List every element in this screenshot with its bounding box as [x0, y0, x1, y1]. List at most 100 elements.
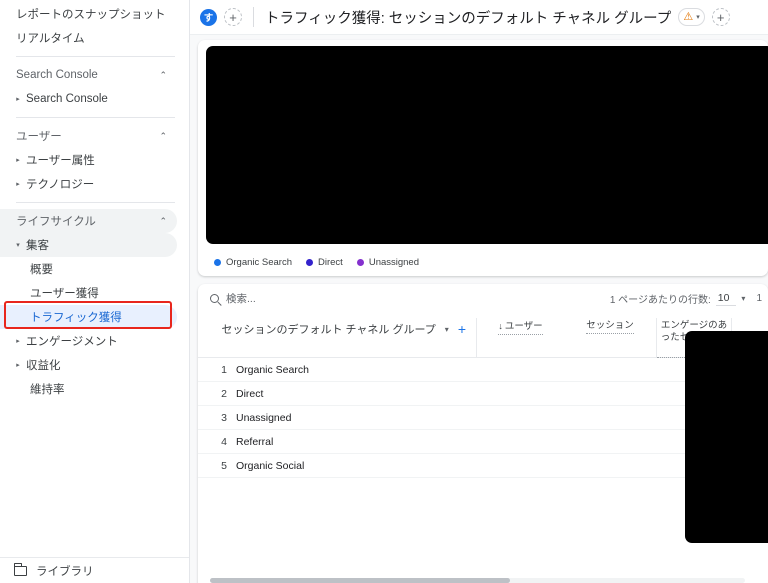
sidebar-item-label: ユーザー属性	[26, 155, 95, 167]
sidebar-item-technology[interactable]: ▸ テクノロジー	[0, 172, 177, 196]
row-index: 4	[221, 435, 227, 448]
sidebar-item-acquisition[interactable]: ▾ 集客	[0, 233, 177, 257]
horizontal-scrollbar[interactable]	[210, 578, 745, 583]
dimension-header-label: セッションのデフォルト チャネル グループ	[221, 324, 436, 336]
sidebar-item-library[interactable]: ライブラリ	[0, 557, 189, 583]
search-placeholder: 検索...	[226, 293, 256, 305]
topbar-divider	[253, 7, 254, 27]
dimension-column-header[interactable]: セッションのデフォルト チャネル グループ ▾ +	[198, 318, 476, 340]
app-root: レポートのスナップショット リアルタイム Search Console ⌃ ▸ …	[0, 0, 768, 583]
chart-redacted-area	[206, 46, 768, 244]
sidebar-item-label: ライブラリ	[36, 565, 94, 578]
sidebar-item-user-attributes[interactable]: ▸ ユーザー属性	[0, 148, 177, 172]
chevron-down-icon[interactable]: ▾	[10, 242, 26, 249]
sidebar-item-search-console[interactable]: ▸ Search Console	[0, 87, 177, 111]
chevron-up-icon: ⌃	[159, 69, 167, 80]
data-table: セッションのデフォルト チャネル グループ ▾ + ↓ ユーザー セッション エ…	[198, 313, 768, 543]
scrollbar-thumb[interactable]	[210, 578, 510, 583]
sidebar-section-label: ユーザー	[16, 131, 62, 143]
row-index: 2	[221, 387, 227, 400]
chevron-right-icon[interactable]: ▸	[10, 96, 26, 103]
add-filter-button[interactable]: +	[711, 8, 730, 26]
sidebar-item-label: レポートのスナップショット	[16, 9, 166, 21]
sidebar-item-retention[interactable]: 維持率	[0, 377, 177, 401]
search-icon	[210, 294, 219, 303]
sidebar-item-label: リアルタイム	[16, 33, 85, 45]
page-title: トラフィック獲得: セッションのデフォルト チャネル グループ	[265, 10, 672, 27]
sort-down-icon: ↓	[498, 321, 503, 331]
table-row[interactable]: 3 Unassigned	[198, 406, 768, 430]
sidebar: レポートのスナップショット リアルタイム Search Console ⌃ ▸ …	[0, 0, 190, 583]
sidebar-section-search-console[interactable]: Search Console ⌃	[0, 63, 177, 87]
sidebar-section-label: ライフサイクル	[16, 216, 96, 228]
rows-per-page-label: 1 ページあたりの行数:	[609, 295, 711, 306]
chevron-up-icon: ⌃	[159, 215, 167, 226]
chevron-right-icon[interactable]: ▸	[10, 338, 26, 345]
legend-label: Unassigned	[368, 257, 419, 268]
sidebar-item-label: 概要	[30, 264, 53, 276]
sidebar-section-lifecycle[interactable]: ライフサイクル ⌃	[0, 209, 177, 233]
sidebar-item-user-acquisition[interactable]: ユーザー獲得	[0, 281, 177, 305]
sidebar-item-traffic-acquisition[interactable]: トラフィック獲得	[0, 305, 177, 329]
sidebar-item-report-snapshot[interactable]: レポートのスナップショット	[0, 2, 177, 26]
chevron-right-icon[interactable]: ▸	[10, 157, 26, 164]
chevron-right-icon[interactable]: ▸	[10, 362, 26, 369]
chevron-right-icon[interactable]: ▸	[10, 181, 26, 188]
metric-header-label: ↓ ユーザー	[498, 320, 543, 335]
top-bar: す + トラフィック獲得: セッションのデフォルト チャネル グループ ⚠ ▾ …	[190, 0, 768, 35]
sidebar-divider-2	[16, 117, 175, 118]
content-region: Organic Search Direct Unassigned 検索... 1…	[190, 35, 768, 583]
legend-color-dot	[356, 259, 364, 266]
table-header-row: セッションのデフォルト チャネル グループ ▾ + ↓ ユーザー セッション エ…	[198, 313, 768, 358]
table-row[interactable]: 2 Direct	[198, 382, 768, 406]
table-row[interactable]: 4 Referral	[198, 430, 768, 454]
library-folder-icon	[13, 563, 27, 576]
row-index: 5	[221, 459, 227, 472]
sidebar-item-realtime[interactable]: リアルタイム	[0, 26, 177, 50]
sidebar-item-label: テクノロジー	[26, 179, 95, 191]
legend-item[interactable]: Organic Search	[214, 257, 292, 268]
sidebar-section-label: Search Console	[16, 69, 98, 81]
chevron-down-icon[interactable]: ▾	[445, 325, 449, 334]
sidebar-section-users[interactable]: ユーザー ⌃	[0, 124, 177, 148]
metric-column-header-extra[interactable]	[732, 318, 768, 320]
sidebar-item-label: 集客	[26, 240, 49, 252]
metric-column-header-users[interactable]: ↓ ユーザー	[477, 318, 564, 335]
legend-color-dot	[306, 259, 314, 266]
row-index: 1	[221, 363, 227, 376]
table-row[interactable]: 5 Organic Social	[198, 454, 768, 478]
sidebar-selected-wrapper: トラフィック獲得	[0, 301, 189, 329]
metric-column-header-sessions[interactable]: セッション	[564, 318, 656, 334]
sidebar-item-overview[interactable]: 概要	[0, 257, 177, 281]
sidebar-item-label: 維持率	[30, 384, 65, 396]
legend-item[interactable]: Direct	[306, 257, 343, 268]
trend-chart-card: Organic Search Direct Unassigned	[198, 40, 768, 276]
sidebar-item-engagement[interactable]: ▸ エンゲージメント	[0, 329, 177, 353]
legend-item[interactable]: Unassigned	[356, 257, 419, 268]
legend-label: Organic Search	[226, 257, 293, 268]
sidebar-item-monetization[interactable]: ▸ 収益化	[0, 353, 177, 377]
warning-chip[interactable]: ⚠ ▾	[678, 8, 705, 26]
users-column-redacted-area	[685, 331, 768, 543]
metric-label-text: ユーザー	[504, 321, 543, 332]
report-badge-icon[interactable]: す	[200, 8, 217, 26]
table-toolbar: 検索... 1 ページあたりの行数: 10 ▾ 1	[198, 284, 768, 313]
rows-per-page-value[interactable]: 10	[715, 292, 737, 306]
page-range-label: 1	[756, 293, 762, 304]
add-dimension-button[interactable]: +	[458, 322, 466, 336]
warning-triangle-icon: ⚠	[683, 10, 694, 23]
search-input[interactable]: 検索...	[210, 291, 256, 306]
sidebar-divider-1	[16, 56, 175, 57]
chevron-down-icon[interactable]: ▾	[741, 294, 745, 303]
sidebar-item-label: ユーザー獲得	[30, 288, 99, 300]
data-table-card: 検索... 1 ページあたりの行数: 10 ▾ 1 セッションのデフォルト チャ…	[198, 284, 768, 583]
sidebar-item-label: トラフィック獲得	[30, 312, 122, 324]
sidebar-item-label: 収益化	[26, 360, 61, 372]
rows-per-page-control[interactable]: 1 ページあたりの行数: 10 ▾ 1	[610, 284, 762, 313]
table-row[interactable]: 1 Organic Search	[198, 358, 768, 382]
chevron-down-icon: ▾	[696, 14, 700, 21]
sidebar-divider-3	[16, 202, 175, 203]
add-comparison-button[interactable]: +	[224, 8, 242, 26]
sidebar-item-label: Search Console	[26, 93, 108, 105]
sidebar-item-label: エンゲージメント	[26, 336, 118, 348]
